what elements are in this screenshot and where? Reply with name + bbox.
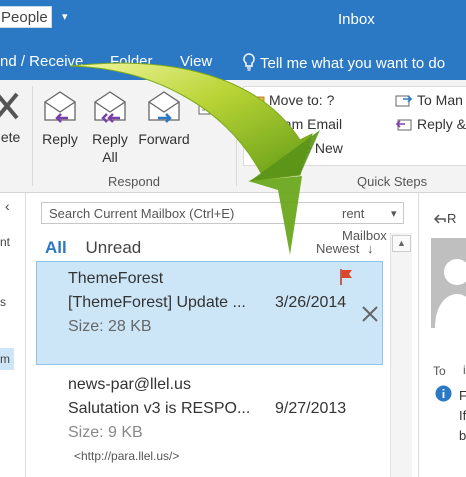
curved-arrow-icon — [69, 62, 320, 255]
